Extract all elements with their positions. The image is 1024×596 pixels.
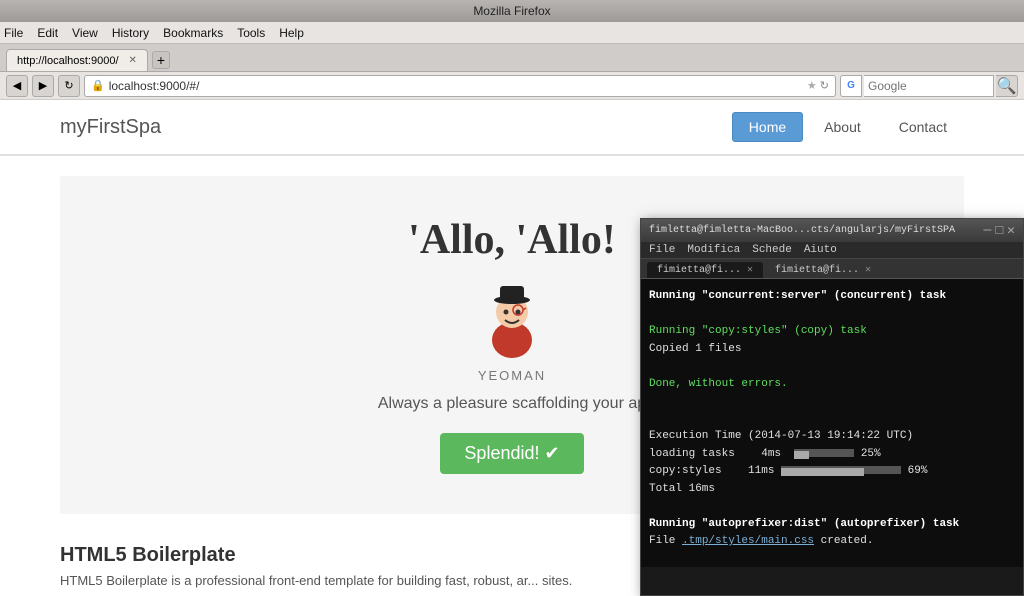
nav-home-button[interactable]: Home — [732, 112, 803, 142]
terminal-tab-1[interactable]: fimietta@fi... ✕ — [647, 262, 763, 278]
terminal-minimize-button[interactable]: ─ — [984, 223, 992, 238]
window-title: Mozilla Firefox — [473, 4, 550, 18]
term-line-5 — [649, 358, 1015, 375]
google-search-box: G 🔍 — [840, 75, 1018, 97]
url-bar[interactable]: 🔒 localhost:9000/#/ ★ ↻ — [84, 75, 836, 97]
term-line-10: loading tasks 4ms 25% — [649, 446, 1015, 463]
google-search-button[interactable]: 🔍 — [996, 75, 1018, 97]
tab-bar: http://localhost:9000/ ✕ + — [0, 44, 1024, 72]
terminal-tab-1-close[interactable]: ✕ — [747, 264, 753, 276]
title-bar: Mozilla Firefox — [0, 0, 1024, 22]
menu-tools[interactable]: Tools — [237, 26, 265, 40]
term-line-14: Running "autoprefixer:dist" (autoprefixe… — [649, 516, 1015, 533]
webpage-brand: myFirstSpa — [60, 116, 161, 139]
menu-help[interactable]: Help — [279, 26, 304, 40]
terminal-controls: ─ □ ✕ — [984, 223, 1015, 238]
webpage-navbar: myFirstSpa Home About Contact — [0, 100, 1024, 155]
webpage-nav-links: Home About Contact — [732, 112, 964, 142]
term-line-6: Done, without errors. — [649, 376, 1015, 393]
terminal-close-button[interactable]: ✕ — [1007, 223, 1015, 238]
nav-contact-button[interactable]: Contact — [882, 112, 964, 142]
term-line-7 — [649, 393, 1015, 410]
terminal-tab-1-label: fimietta@fi... — [657, 265, 741, 276]
term-menu-schede[interactable]: Schede — [752, 244, 792, 256]
terminal-body[interactable]: Running "concurrent:server" (concurrent)… — [641, 279, 1023, 567]
browser-tab[interactable]: http://localhost:9000/ ✕ — [6, 49, 148, 71]
terminal-menubar: File Modifica Schede Aiuto — [641, 242, 1023, 259]
address-bar-row: ◀ ▶ ↻ 🔒 localhost:9000/#/ ★ ↻ G 🔍 — [0, 72, 1024, 100]
term-menu-modifica[interactable]: Modifica — [687, 244, 740, 256]
url-icons: ★ ↻ — [807, 79, 829, 92]
terminal-window: fimletta@fimletta-MacBoo...cts/angularjs… — [640, 218, 1024, 596]
terminal-tab-2[interactable]: fimietta@fi... ✕ — [765, 262, 881, 278]
url-text: localhost:9000/#/ — [109, 79, 807, 93]
back-button[interactable]: ◀ — [6, 75, 28, 97]
term-line-1: Running "concurrent:server" (concurrent)… — [649, 288, 1015, 305]
menu-bookmarks[interactable]: Bookmarks — [163, 26, 223, 40]
new-tab-button[interactable]: + — [152, 51, 170, 69]
term-menu-file[interactable]: File — [649, 244, 675, 256]
term-line-15: File .tmp/styles/main.css created. — [649, 533, 1015, 550]
google-icon: G — [840, 75, 862, 97]
term-line-13 — [649, 498, 1015, 515]
nav-about-button[interactable]: About — [807, 112, 878, 142]
term-line-12: Total 16ms — [649, 481, 1015, 498]
splendid-button[interactable]: Splendid! ✔ — [440, 433, 583, 474]
terminal-maximize-button[interactable]: □ — [995, 223, 1003, 238]
yeoman-logo — [472, 280, 552, 360]
menu-view[interactable]: View — [72, 26, 98, 40]
refresh-icon: ↻ — [820, 79, 829, 92]
term-line-11: copy:styles 11ms 69% — [649, 463, 1015, 480]
security-icon: 🔒 — [91, 79, 105, 92]
term-line-9: Execution Time (2014-07-13 19:14:22 UTC) — [649, 428, 1015, 445]
menu-bar: File Edit View History Bookmarks Tools H… — [0, 22, 1024, 44]
tab-close-icon[interactable]: ✕ — [129, 55, 137, 66]
term-line-8 — [649, 411, 1015, 428]
terminal-title: fimletta@fimletta-MacBoo...cts/angularjs… — [649, 225, 955, 236]
menu-edit[interactable]: Edit — [37, 26, 58, 40]
reload-button[interactable]: ↻ — [58, 75, 80, 97]
term-line-4: Copied 1 files — [649, 341, 1015, 358]
terminal-tabs: fimietta@fi... ✕ fimietta@fi... ✕ — [641, 259, 1023, 279]
bookmark-icon: ★ — [807, 79, 817, 92]
term-line-16 — [649, 551, 1015, 568]
forward-button[interactable]: ▶ — [32, 75, 54, 97]
term-line-2 — [649, 306, 1015, 323]
terminal-tab-2-label: fimietta@fi... — [775, 265, 859, 276]
menu-history[interactable]: History — [112, 26, 149, 40]
terminal-titlebar: fimletta@fimletta-MacBoo...cts/angularjs… — [641, 219, 1023, 242]
google-search-input[interactable] — [864, 75, 994, 97]
terminal-tab-2-close[interactable]: ✕ — [865, 264, 871, 276]
term-menu-aiuto[interactable]: Aiuto — [804, 244, 837, 256]
menu-file[interactable]: File — [4, 26, 23, 40]
tab-label: http://localhost:9000/ — [17, 55, 119, 67]
term-line-3: Running "copy:styles" (copy) task — [649, 323, 1015, 340]
